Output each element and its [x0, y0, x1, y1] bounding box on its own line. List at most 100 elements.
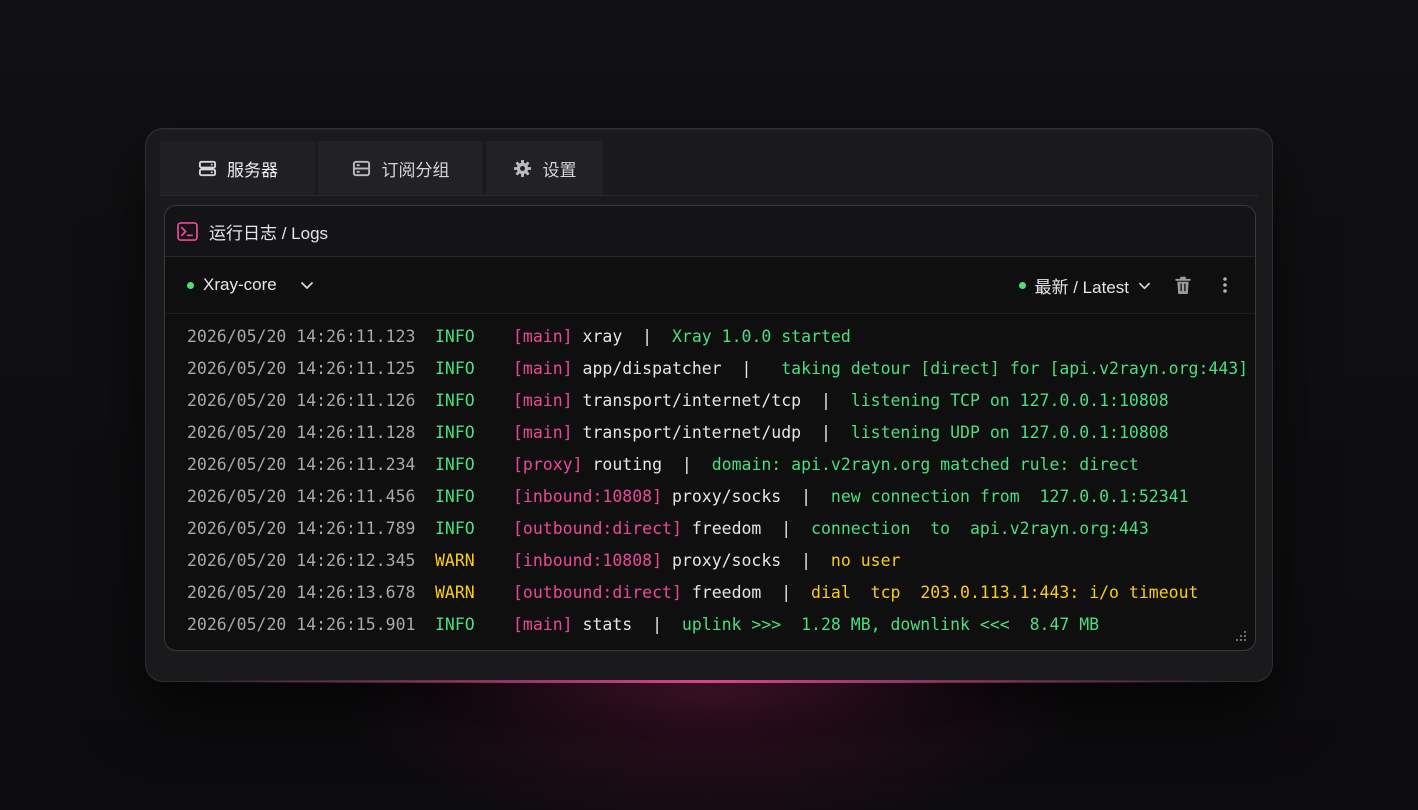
log-row: 2026/05/20 14:26:11.123 INFO [main] xray |… — [165, 320, 1255, 352]
subscription-group-icon — [352, 158, 372, 178]
log-timestamp: 2026/05/20 14:26:11.125 — [187, 358, 416, 378]
sort-status-dot — [1018, 281, 1026, 289]
tab-label: 服务器 — [227, 160, 278, 180]
log-tag: [main] — [513, 614, 573, 634]
log-level: INFO — [435, 454, 475, 474]
log-list[interactable]: 2026/05/20 14:26:11.123 INFO [main] xray |… — [165, 314, 1255, 640]
log-tag: [main] — [513, 422, 573, 442]
gear-icon — [513, 158, 533, 178]
resize-grip-icon[interactable] — [1233, 628, 1247, 642]
log-timestamp: 2026/05/20 14:26:11.456 — [187, 486, 416, 506]
log-module: freedom — [691, 518, 762, 538]
tab-label: 订阅分组 — [381, 160, 450, 180]
log-module: xray — [582, 326, 623, 346]
log-content: [outbound:direct] freedom | dial tcp 203… — [513, 582, 1199, 602]
log-module: app/dispatcher — [582, 358, 722, 378]
sort-selector[interactable]: 最新 / Latest — [1018, 273, 1151, 298]
log-tag: [main] — [513, 326, 573, 346]
log-tag: [outbound:direct] — [513, 518, 682, 538]
panel-title: 运行日志 / Logs — [209, 223, 329, 243]
log-message: listening UDP on 127.0.0.1:10808 — [850, 422, 1169, 442]
log-tag: [inbound:10808] — [513, 486, 663, 506]
log-content: [main] app/dispatcher | taking detour [d… — [513, 358, 1249, 378]
tab-divider — [160, 195, 1258, 196]
log-timestamp: 2026/05/20 14:26:11.128 — [187, 422, 416, 442]
log-module: proxy/socks — [671, 550, 782, 570]
log-module: stats — [582, 614, 633, 634]
log-timestamp: 2026/05/20 14:26:11.126 — [187, 390, 416, 410]
tab-servers[interactable]: 服务器 — [160, 141, 315, 195]
log-message: new connection from 127.0.0.1:52341 — [830, 486, 1189, 506]
log-message: connection to api.v2rayn.org:443 — [811, 518, 1149, 538]
chevron-down-icon — [300, 278, 314, 292]
log-row: 2026/05/20 14:26:11.128 INFO [main] transp… — [165, 416, 1255, 448]
log-level: WARN — [435, 582, 475, 602]
chevron-down-icon — [1138, 279, 1151, 292]
log-row: 2026/05/20 14:26:11.789 INFO [outbound:dir… — [165, 512, 1255, 544]
log-row: 2026/05/20 14:26:11.126 INFO [main] transp… — [165, 384, 1255, 416]
log-module: proxy/socks — [671, 486, 782, 506]
app-window: 服务器 订阅分组 设置 运行日志 / Logs Xray-core 最新 / L… — [145, 128, 1273, 683]
more-options-button[interactable] — [1215, 275, 1235, 295]
log-message: domain: api.v2rayn.org matched rule: dir… — [711, 454, 1139, 474]
clear-logs-button[interactable] — [1173, 275, 1193, 295]
log-timestamp: 2026/05/20 14:26:12.345 — [187, 550, 416, 570]
log-timestamp: 2026/05/20 14:26:11.123 — [187, 326, 416, 346]
core-label: Xray-core — [203, 275, 277, 294]
toolbar-actions: 最新 / Latest — [1018, 257, 1235, 313]
log-content: [main] transport/internet/tcp | listenin… — [513, 390, 1169, 410]
tab-label: 设置 — [542, 160, 577, 180]
log-timestamp: 2026/05/20 14:26:11.234 — [187, 454, 416, 474]
log-module: transport/internet/udp — [582, 422, 802, 442]
log-toolbar: Xray-core 最新 / Latest — [165, 257, 1255, 314]
log-content: [main] xray | Xray 1.0.0 started — [513, 326, 851, 346]
log-panel: 运行日志 / Logs Xray-core 最新 / Latest 2026/0… — [164, 205, 1256, 651]
trash-icon — [1174, 276, 1192, 295]
log-message: Xray 1.0.0 started — [671, 326, 851, 346]
log-message: dial tcp 203.0.113.1:443: i/o timeout — [811, 582, 1199, 602]
log-tag: [main] — [513, 390, 573, 410]
log-message: taking detour [direct] for [api.v2rayn.o… — [771, 358, 1249, 378]
log-row: 2026/05/20 14:26:13.678 WARN [outbound:dir… — [165, 576, 1255, 608]
log-level: INFO — [435, 422, 475, 442]
log-content: [main] transport/internet/udp | listenin… — [513, 422, 1169, 442]
log-tag: [proxy] — [513, 454, 583, 474]
log-content: [inbound:10808] proxy/socks | new connec… — [513, 486, 1189, 506]
log-level: INFO — [435, 614, 475, 634]
core-selector[interactable]: Xray-core — [187, 257, 314, 313]
log-module: transport/internet/tcp — [582, 390, 802, 410]
log-row: 2026/05/20 14:26:11.234 INFO [proxy] routi… — [165, 448, 1255, 480]
log-timestamp: 2026/05/20 14:26:13.678 — [187, 582, 416, 602]
log-module: freedom — [691, 582, 762, 602]
log-tag: [inbound:10808] — [513, 550, 663, 570]
log-level: INFO — [435, 326, 475, 346]
log-content: [proxy] routing | domain: api.v2rayn.org… — [513, 454, 1139, 474]
log-content: [outbound:direct] freedom | connection t… — [513, 518, 1149, 538]
log-row: 2026/05/20 14:26:11.125 INFO [main] app/di… — [165, 352, 1255, 384]
log-tag: [outbound:direct] — [513, 582, 682, 602]
log-message: uplink >>> 1.28 MB, downlink <<< 8.47 MB — [681, 614, 1100, 634]
log-level: INFO — [435, 390, 475, 410]
log-content: [main] stats | uplink >>> 1.28 MB, downl… — [513, 614, 1100, 634]
log-row: 2026/05/20 14:26:12.345 WARN [inbound:1080… — [165, 544, 1255, 576]
terminal-icon — [177, 221, 198, 241]
log-row: 2026/05/20 14:26:15.901 INFO [main] stats … — [165, 608, 1255, 640]
log-level: INFO — [435, 358, 475, 378]
core-status-dot — [187, 281, 194, 289]
log-level: INFO — [435, 518, 475, 538]
log-message: listening TCP on 127.0.0.1:10808 — [850, 390, 1169, 410]
tab-subscription-groups[interactable]: 订阅分组 — [318, 141, 483, 195]
tab-bar: 服务器 订阅分组 设置 — [160, 141, 606, 195]
more-vertical-icon — [1222, 276, 1228, 294]
log-panel-header: 运行日志 / Logs — [165, 206, 1255, 257]
log-tag: [main] — [513, 358, 573, 378]
log-timestamp: 2026/05/20 14:26:15.901 — [187, 614, 416, 634]
log-row: 2026/05/20 14:26:11.456 INFO [inbound:1080… — [165, 480, 1255, 512]
log-level: WARN — [435, 550, 475, 570]
log-timestamp: 2026/05/20 14:26:11.789 — [187, 518, 416, 538]
log-message: no user — [830, 550, 901, 570]
log-module: routing — [592, 454, 663, 474]
tab-settings[interactable]: 设置 — [486, 141, 603, 195]
server-icon — [197, 158, 217, 178]
log-content: [inbound:10808] proxy/socks | no user — [513, 550, 901, 570]
